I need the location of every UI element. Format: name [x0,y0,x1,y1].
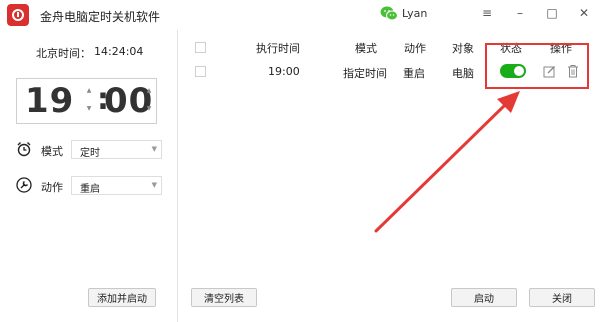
mode-select[interactable]: 定时 ▼ [71,140,162,159]
header-target: 对象 [452,42,474,55]
time-picker: 19 ▲ ▼ : 00 ▲ ▼ [16,78,157,124]
hour-down-icon[interactable]: ▼ [85,105,93,112]
mode-value: 定时 [80,148,100,159]
maximize-button[interactable]: □ [544,5,560,21]
chevron-down-icon: ▼ [151,181,157,189]
settings-panel: 北京时间： 14:24:04 19 ▲ ▼ : 00 ▲ ▼ 模式 定时 ▼ 动… [0,30,178,322]
action-select[interactable]: 重启 ▼ [71,176,162,195]
clock-label: 北京时间： [36,47,91,60]
close-window-button[interactable]: ✕ [576,5,592,21]
header-exec-time: 执行时间 [256,42,300,55]
hour-input[interactable]: 19 [25,78,74,124]
cell-action: 重启 [403,67,425,80]
wechat-icon [380,6,398,21]
minute-down-icon[interactable]: ▼ [145,105,153,112]
annotation-highlight-box [485,43,589,89]
header-action: 动作 [404,42,426,55]
minimize-button[interactable]: – [512,5,528,21]
clock-value: 14:24:04 [94,45,144,58]
cell-time: 19:00 [268,65,300,78]
minute-up-icon[interactable]: ▲ [145,87,153,94]
add-and-start-button[interactable]: 添加并启动 [88,288,156,307]
clear-list-button[interactable]: 清空列表 [191,288,257,307]
title-bar: 金舟电脑定时关机软件 Lyan ≡ – □ ✕ [0,0,600,30]
action-value: 重启 [80,184,100,195]
app-title: 金舟电脑定时关机软件 [40,10,161,24]
app-window: 金舟电脑定时关机软件 Lyan ≡ – □ ✕ 北京时间： 14:24:04 1… [0,0,600,322]
row-checkbox[interactable] [195,66,206,77]
close-button[interactable]: 关闭 [529,288,595,307]
cell-mode: 指定时间 [343,67,387,80]
menu-button[interactable]: ≡ [479,5,495,21]
alarm-clock-icon [17,142,31,157]
chevron-down-icon: ▼ [151,145,157,153]
user-name[interactable]: Lyan [402,7,427,20]
hour-up-icon[interactable]: ▲ [85,87,93,94]
power-logo-icon [7,4,29,26]
minute-input[interactable]: 00 [104,78,153,124]
select-all-checkbox[interactable] [195,42,206,53]
start-button[interactable]: 启动 [451,288,517,307]
mode-label: 模式 [41,145,63,158]
header-mode: 模式 [355,42,377,55]
action-label: 动作 [41,181,63,194]
cell-target: 电脑 [452,67,474,80]
wrench-icon [16,177,32,193]
